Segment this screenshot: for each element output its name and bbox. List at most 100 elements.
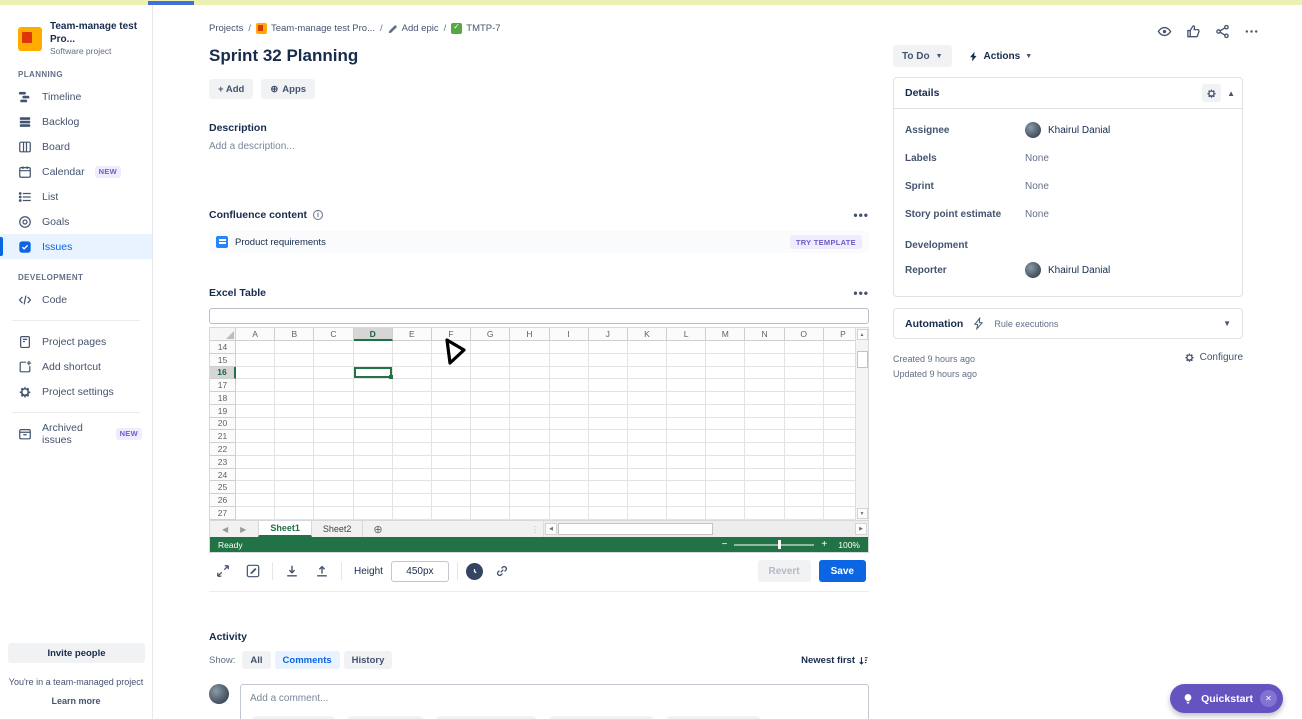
cell-F18[interactable] <box>432 392 471 405</box>
sidebar-item-issues[interactable]: Issues <box>0 234 152 259</box>
row-header-17[interactable]: 17 <box>210 379 236 392</box>
excel-more-button[interactable]: ••• <box>853 286 869 300</box>
cell-O16[interactable] <box>785 367 824 380</box>
cell-L21[interactable] <box>667 430 706 443</box>
row-header-27[interactable]: 27 <box>210 507 236 520</box>
status-dropdown[interactable]: To Do ▼ <box>893 45 952 67</box>
cell-L27[interactable] <box>667 507 706 520</box>
cell-O25[interactable] <box>785 481 824 494</box>
cell-H24[interactable] <box>510 469 549 482</box>
cell-E19[interactable] <box>393 405 432 418</box>
cell-D25[interactable] <box>354 481 393 494</box>
cell-G16[interactable] <box>471 367 510 380</box>
more-actions-icon[interactable] <box>1241 21 1261 41</box>
cell-J18[interactable] <box>589 392 628 405</box>
cell-J15[interactable] <box>589 354 628 367</box>
cell-F27[interactable] <box>432 507 471 520</box>
add-button[interactable]: + Add <box>209 79 253 99</box>
cell-D24[interactable] <box>354 469 393 482</box>
cell-F21[interactable] <box>432 430 471 443</box>
cell-M15[interactable] <box>706 354 745 367</box>
row-header-25[interactable]: 25 <box>210 481 236 494</box>
invite-people-button[interactable]: Invite people <box>8 643 145 663</box>
current-user-avatar[interactable] <box>209 684 229 704</box>
row-header-20[interactable]: 20 <box>210 418 236 431</box>
cell-N22[interactable] <box>745 443 784 456</box>
cell-O21[interactable] <box>785 430 824 443</box>
cell-H16[interactable] <box>510 367 549 380</box>
row-header-19[interactable]: 19 <box>210 405 236 418</box>
cell-H25[interactable] <box>510 481 549 494</box>
cell-O17[interactable] <box>785 379 824 392</box>
cell-C27[interactable] <box>314 507 353 520</box>
link-icon[interactable] <box>491 561 513 581</box>
cell-H23[interactable] <box>510 456 549 469</box>
sidebar-item-code[interactable]: Code <box>0 287 152 312</box>
column-header-B[interactable]: B <box>275 328 314 341</box>
cell-D19[interactable] <box>354 405 393 418</box>
row-header-22[interactable]: 22 <box>210 443 236 456</box>
cell-L20[interactable] <box>667 418 706 431</box>
spreadsheet-grid[interactable]: ABCDEFGHIJKLMNOP141516171819202122232425… <box>210 328 865 520</box>
cell-G17[interactable] <box>471 379 510 392</box>
cell-A14[interactable] <box>236 341 275 354</box>
sort-button[interactable]: Newest first <box>801 655 869 666</box>
cell-G18[interactable] <box>471 392 510 405</box>
vertical-scroll-thumb[interactable] <box>857 351 868 368</box>
cell-F20[interactable] <box>432 418 471 431</box>
cell-M21[interactable] <box>706 430 745 443</box>
cell-D14[interactable] <box>354 341 393 354</box>
cell-M16[interactable] <box>706 367 745 380</box>
row-header-14[interactable]: 14 <box>210 341 236 354</box>
cell-L14[interactable] <box>667 341 706 354</box>
cell-D22[interactable] <box>354 443 393 456</box>
cell-N17[interactable] <box>745 379 784 392</box>
cell-A26[interactable] <box>236 494 275 507</box>
row-header-21[interactable]: 21 <box>210 430 236 443</box>
cell-K21[interactable] <box>628 430 667 443</box>
cell-F23[interactable] <box>432 456 471 469</box>
column-header-J[interactable]: J <box>589 328 628 341</box>
cell-A19[interactable] <box>236 405 275 418</box>
cell-K24[interactable] <box>628 469 667 482</box>
cell-A27[interactable] <box>236 507 275 520</box>
learn-more-link[interactable]: Learn more <box>0 696 152 706</box>
cell-B25[interactable] <box>275 481 314 494</box>
sidebar-item-project-settings[interactable]: Project settings <box>0 379 152 404</box>
cell-N25[interactable] <box>745 481 784 494</box>
cell-J24[interactable] <box>589 469 628 482</box>
edit-icon[interactable] <box>242 561 264 581</box>
cell-K27[interactable] <box>628 507 667 520</box>
column-header-G[interactable]: G <box>471 328 510 341</box>
cell-O23[interactable] <box>785 456 824 469</box>
cell-E22[interactable] <box>393 443 432 456</box>
cell-L23[interactable] <box>667 456 706 469</box>
cell-N14[interactable] <box>745 341 784 354</box>
column-header-A[interactable]: A <box>236 328 275 341</box>
filter-history[interactable]: History <box>344 651 393 669</box>
cell-H22[interactable] <box>510 443 549 456</box>
cell-G27[interactable] <box>471 507 510 520</box>
cell-J17[interactable] <box>589 379 628 392</box>
detail-value[interactable]: None <box>1025 153 1049 164</box>
cell-A25[interactable] <box>236 481 275 494</box>
cell-E27[interactable] <box>393 507 432 520</box>
cell-I18[interactable] <box>550 392 589 405</box>
cell-M19[interactable] <box>706 405 745 418</box>
detail-value[interactable]: Khairul Danial <box>1025 122 1110 138</box>
sidebar-item-backlog[interactable]: Backlog <box>0 109 152 134</box>
cell-C26[interactable] <box>314 494 353 507</box>
cell-E21[interactable] <box>393 430 432 443</box>
cell-J14[interactable] <box>589 341 628 354</box>
height-input[interactable] <box>391 561 449 582</box>
cell-G21[interactable] <box>471 430 510 443</box>
cell-K23[interactable] <box>628 456 667 469</box>
cell-I23[interactable] <box>550 456 589 469</box>
cell-B27[interactable] <box>275 507 314 520</box>
cell-K16[interactable] <box>628 367 667 380</box>
cell-N24[interactable] <box>745 469 784 482</box>
collapse-chevron-icon[interactable]: ▲ <box>1227 89 1235 98</box>
like-thumbs-up-icon[interactable] <box>1183 21 1203 41</box>
detail-value[interactable]: None <box>1025 209 1049 220</box>
column-header-I[interactable]: I <box>550 328 589 341</box>
